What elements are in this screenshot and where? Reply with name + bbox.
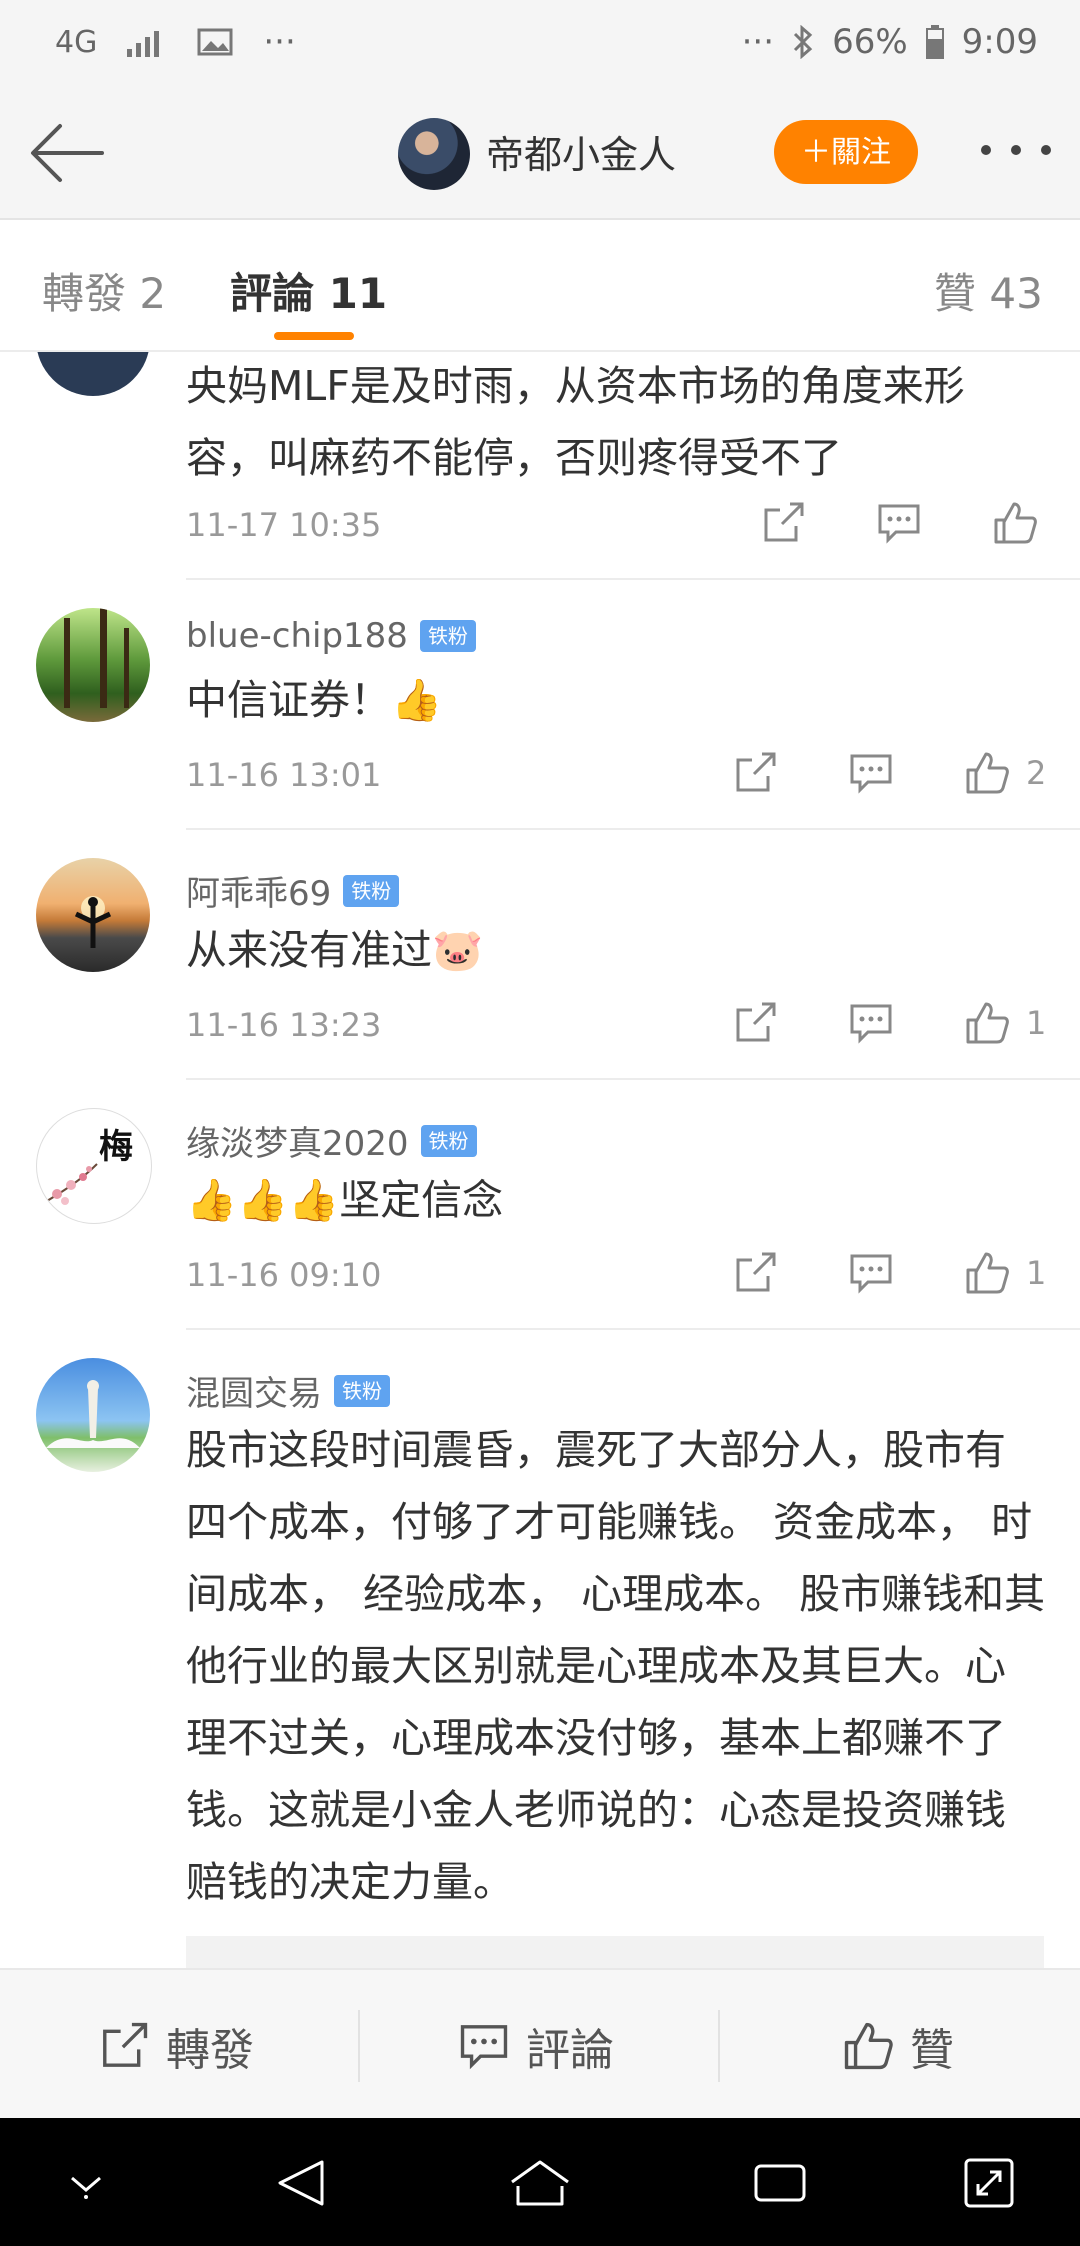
fan-badge: 铁粉 xyxy=(419,620,476,652)
separator xyxy=(358,2010,360,2082)
bottom-action-bar: 轉發 評論 贊 xyxy=(0,1968,1080,2120)
username[interactable]: blue-chip188 xyxy=(186,616,408,656)
tab-comments[interactable]: 評論 11 xyxy=(230,260,387,321)
share-icon[interactable] xyxy=(732,750,778,796)
share-icon xyxy=(103,2022,148,2067)
share-icon[interactable] xyxy=(732,1250,778,1296)
bluetooth-icon xyxy=(794,25,813,59)
tab-reposts[interactable]: 轉發 2 xyxy=(42,260,166,321)
more-notifications: ··· xyxy=(263,22,296,62)
status-bar: 4G ··· ··· 66% 9:09 xyxy=(0,0,1080,90)
comment-time: 11-17 10:35 xyxy=(186,506,382,544)
divider xyxy=(186,1328,1080,1330)
comment-username-row: blue-chip188 铁粉 xyxy=(186,616,476,656)
nav-home-icon[interactable] xyxy=(508,2156,572,2210)
repost-button[interactable]: 轉發 xyxy=(98,2016,254,2076)
comment-list[interactable]: 央妈MLF是及时雨，从资本市场的角度来形容，叫麻药不能停，否则疼得受不了 11-… xyxy=(0,352,1080,1968)
like-icon[interactable] xyxy=(964,1000,1010,1046)
page-title[interactable]: 帝都小金人 xyxy=(486,124,676,179)
comment-button[interactable]: 評論 xyxy=(458,2016,614,2076)
fan-badge: 铁粉 xyxy=(420,1124,477,1157)
like-icon[interactable] xyxy=(964,1250,1010,1296)
divider xyxy=(186,578,1080,580)
divider xyxy=(186,1078,1080,1080)
more-status: ··· xyxy=(741,22,775,62)
repost-label: 轉發 xyxy=(166,2025,254,2076)
nav-back-icon[interactable] xyxy=(274,2156,328,2210)
like-count: 2 xyxy=(1026,754,1047,792)
quoted-reply-box[interactable] xyxy=(186,1936,1044,1968)
comment-username-row: 阿乖乖69 铁粉 xyxy=(186,866,400,915)
comment-icon[interactable] xyxy=(876,500,922,546)
comment-icon[interactable] xyxy=(848,1250,894,1296)
user-avatar[interactable]: 梅 xyxy=(36,1108,152,1224)
top-header: 帝都小金人 ＋關注 xyxy=(0,90,1080,220)
comment-time: 11-16 13:23 xyxy=(186,1006,382,1044)
share-icon[interactable] xyxy=(732,1000,778,1046)
like-count: 1 xyxy=(1026,1254,1047,1292)
follow-button[interactable]: ＋關注 xyxy=(774,120,918,184)
image-icon xyxy=(197,28,233,56)
comment-username-row: 缘淡梦真2020 铁粉 xyxy=(186,1116,477,1165)
like-count: 1 xyxy=(1026,1004,1047,1042)
battery-percent: 66% xyxy=(832,22,908,62)
comment-time: 11-16 13:01 xyxy=(186,756,382,794)
fan-badge: 铁粉 xyxy=(343,874,400,907)
comment-username-row: 混圆交易 铁粉 xyxy=(186,1366,390,1415)
signal-icon xyxy=(127,31,160,57)
username[interactable]: 阿乖乖69 xyxy=(186,866,331,915)
nav-recents-icon[interactable] xyxy=(752,2156,808,2210)
username[interactable]: 混圆交易 xyxy=(186,1366,322,1415)
comment-icon xyxy=(460,2025,508,2070)
comment-text: 股市这段时间震昏，震死了大部分人，股市有四个成本，付够了才可能赚钱。 资金成本，… xyxy=(186,1426,1046,1906)
user-avatar[interactable] xyxy=(36,1358,150,1472)
more-icon[interactable] xyxy=(978,142,1054,158)
clock: 9:09 xyxy=(961,22,1038,62)
user-avatar[interactable] xyxy=(36,858,150,972)
comment-label: 評論 xyxy=(526,2025,614,2076)
user-avatar[interactable] xyxy=(36,608,150,722)
battery-icon xyxy=(925,25,944,59)
like-icon xyxy=(844,2022,893,2070)
rotate-screen-icon[interactable] xyxy=(962,2156,1016,2210)
active-tab-indicator xyxy=(274,332,354,340)
divider xyxy=(186,828,1080,830)
back-arrow-icon[interactable] xyxy=(28,118,106,188)
comment-icon[interactable] xyxy=(848,750,894,796)
like-icon[interactable] xyxy=(992,500,1038,546)
username[interactable]: 缘淡梦真2020 xyxy=(186,1116,409,1165)
fan-badge: 铁粉 xyxy=(334,1374,390,1407)
like-button[interactable]: 贊 xyxy=(842,2016,954,2076)
comment-time: 11-16 09:10 xyxy=(186,1256,382,1294)
comment-text: 央妈MLF是及时雨，从资本市场的角度来形容，叫麻药不能停，否则疼得受不了 xyxy=(186,362,965,482)
comment-text: 中信证券！👍 xyxy=(186,676,443,724)
like-label: 贊 xyxy=(910,2025,954,2076)
comment-text: 👍👍👍坚定信念 xyxy=(186,1176,504,1224)
author-avatar[interactable] xyxy=(398,118,470,190)
hide-keyboard-icon[interactable] xyxy=(66,2170,106,2200)
network-indicator: 4G xyxy=(55,24,98,60)
tab-bar: 轉發 2 評論 11 贊 43 xyxy=(0,220,1080,352)
tab-likes[interactable]: 贊 43 xyxy=(934,260,1043,321)
separator xyxy=(718,2010,720,2082)
system-nav-bar xyxy=(0,2118,1080,2246)
comment-icon[interactable] xyxy=(848,1000,894,1046)
user-avatar[interactable] xyxy=(36,352,150,396)
comment-text: 从来没有准过🐷 xyxy=(186,926,484,974)
share-icon[interactable] xyxy=(760,500,806,546)
like-icon[interactable] xyxy=(964,750,1010,796)
